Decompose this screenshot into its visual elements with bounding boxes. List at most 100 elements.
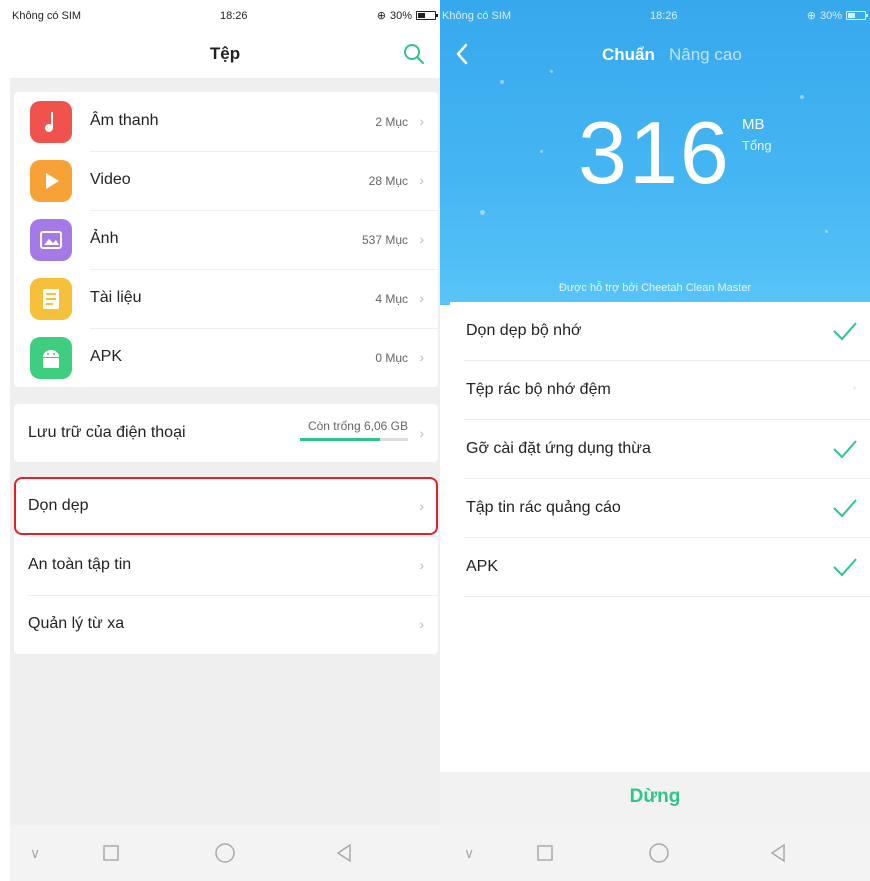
page-title: Tệp <box>209 44 241 63</box>
battery-icon <box>846 11 868 20</box>
chevron-down-icon[interactable]: ∨ <box>30 845 40 862</box>
cleanup-item-label: Dọn dẹp bộ nhớ <box>466 322 582 339</box>
clock-text: 18:26 <box>220 10 248 22</box>
storage-progress-bar <box>300 438 408 441</box>
nav-bar: ∨ <box>440 825 870 881</box>
category-apk[interactable]: APK 0 Mục › <box>14 328 438 387</box>
category-documents[interactable]: Tài liệu 4 Mục › <box>14 269 438 328</box>
stop-button[interactable]: Dừng <box>440 786 870 808</box>
back-icon[interactable] <box>768 843 788 863</box>
category-count: 28 Mục <box>368 174 408 188</box>
cleanup-item-unused-apps[interactable]: Gỡ cài đặt ứng dụng thừa <box>450 420 870 479</box>
tab-advanced[interactable]: Nâng cao <box>669 45 742 65</box>
cleanup-screen: Không có SIM 18:26 ⊕ 30% Chuẩn Nâng cao … <box>440 0 870 881</box>
battery-text: 30% <box>819 9 842 22</box>
category-count: 2 Mục <box>375 115 408 129</box>
alarm-icon: ⊕ <box>376 10 386 22</box>
category-audio[interactable]: Âm thanh 2 Mục › <box>14 92 438 151</box>
decor-dot <box>550 70 553 73</box>
back-arrow-icon[interactable] <box>454 42 470 66</box>
status-bar: Không có SIM 18:26 ⊕ 30% <box>440 0 870 30</box>
decor-dot <box>480 210 485 215</box>
storage-progress-fill <box>300 438 380 441</box>
chevron-right-icon: › <box>419 290 424 306</box>
junk-size-unit: MB <box>742 116 765 133</box>
cleanup-item-label: Gỡ cài đặt ứng dụng thừa <box>466 440 651 457</box>
document-icon <box>30 278 72 320</box>
chevron-right-icon: › <box>853 383 856 392</box>
decor-dot <box>800 95 804 99</box>
recents-icon[interactable] <box>536 844 554 862</box>
home-icon[interactable] <box>214 842 236 864</box>
category-label: APK <box>90 348 123 365</box>
cleanup-item-apk[interactable]: APK <box>450 538 870 597</box>
stop-bar: Dừng <box>440 772 870 825</box>
junk-size-total-label: Tổng <box>742 138 772 153</box>
chevron-right-icon: › <box>419 172 424 188</box>
menu-item-remote-manage[interactable]: Quản lý từ xa › <box>14 595 438 654</box>
status-right: ⊕ 30% <box>806 9 868 22</box>
home-icon[interactable] <box>648 842 670 864</box>
check-icon[interactable] <box>832 438 858 460</box>
decor-dot <box>825 230 828 233</box>
storage-free-text: Còn trống 6,06 GB <box>307 419 408 433</box>
check-icon[interactable] <box>832 320 858 342</box>
category-count: 4 Mục <box>375 292 408 306</box>
storage-label: Lưu trữ của điện thoại <box>28 424 186 441</box>
category-list: Âm thanh 2 Mục › Video 28 Mục › Ảnh 537 … <box>14 92 438 387</box>
category-label: Tài liệu <box>90 289 142 306</box>
files-screen: Không có SIM 18:26 ⊕ 30% Tệp Âm thanh 2 … <box>10 0 440 881</box>
decor-dot <box>540 150 543 153</box>
category-video[interactable]: Video 28 Mục › <box>14 151 438 210</box>
junk-size-value: 316 <box>578 103 731 202</box>
chevron-right-icon: › <box>419 349 424 365</box>
alarm-icon: ⊕ <box>806 10 816 22</box>
menu-label: Quản lý từ xa <box>28 615 125 632</box>
menu-label: An toàn tập tin <box>28 556 132 573</box>
recents-icon[interactable] <box>102 844 120 862</box>
storage-row[interactable]: Lưu trữ của điện thoại Còn trống 6,06 GB… <box>14 404 438 463</box>
chevron-right-icon: › <box>419 616 424 632</box>
category-label: Ảnh <box>90 230 119 247</box>
carrier-text: Không có SIM <box>12 10 82 22</box>
check-icon[interactable] <box>832 556 858 578</box>
image-icon <box>30 219 72 261</box>
category-count: 537 Mục <box>361 233 408 247</box>
category-image[interactable]: Ảnh 537 Mục › <box>14 210 438 269</box>
nav-bar: ∨ <box>10 825 440 881</box>
status-right: ⊕ 30% <box>376 9 438 22</box>
chevron-down-icon[interactable]: ∨ <box>464 845 474 862</box>
chevron-right-icon: › <box>419 557 424 573</box>
phone-storage[interactable]: Lưu trữ của điện thoại Còn trống 6,06 GB… <box>14 404 438 462</box>
chevron-right-icon: › <box>419 113 424 129</box>
carrier-text: Không có SIM <box>442 10 512 22</box>
play-icon <box>30 160 72 202</box>
back-icon[interactable] <box>334 843 354 863</box>
decor-dot <box>500 80 504 84</box>
cleanup-item-cache[interactable]: Tệp rác bộ nhớ đệm › <box>450 361 870 420</box>
chevron-right-icon: › <box>419 425 424 441</box>
battery-text: 30% <box>389 9 412 22</box>
music-note-icon <box>30 101 72 143</box>
android-icon <box>30 337 72 379</box>
powered-by-text: Được hỗ trợ bởi Cheetah Clean Master <box>558 282 752 294</box>
cleanup-item-memory[interactable]: Dọn dẹp bộ nhớ <box>450 302 870 361</box>
status-bar: Không có SIM 18:26 ⊕ 30% <box>10 0 440 30</box>
highlight-box <box>14 477 438 535</box>
check-icon[interactable] <box>832 497 858 519</box>
clock-text: 18:26 <box>650 10 678 22</box>
chevron-right-icon: › <box>419 231 424 247</box>
cleanup-item-label: APK <box>466 558 499 575</box>
category-count: 0 Mục <box>375 351 408 365</box>
category-label: Âm thanh <box>90 112 159 129</box>
cleanup-item-ad-junk[interactable]: Tập tin rác quảng cáo <box>450 479 870 538</box>
battery-icon <box>416 11 438 20</box>
category-label: Video <box>90 171 131 188</box>
cleanup-list: Dọn dẹp bộ nhớ Tệp rác bộ nhớ đệm › Gỡ c… <box>450 302 870 772</box>
menu-item-file-safe[interactable]: An toàn tập tin › <box>14 536 438 595</box>
cleanup-item-label: Tệp rác bộ nhớ đệm <box>466 381 611 398</box>
tab-standard[interactable]: Chuẩn <box>602 45 655 65</box>
search-icon[interactable] <box>402 42 426 66</box>
title-bar: Tệp <box>10 30 440 78</box>
cleanup-item-label: Tập tin rác quảng cáo <box>466 499 621 516</box>
